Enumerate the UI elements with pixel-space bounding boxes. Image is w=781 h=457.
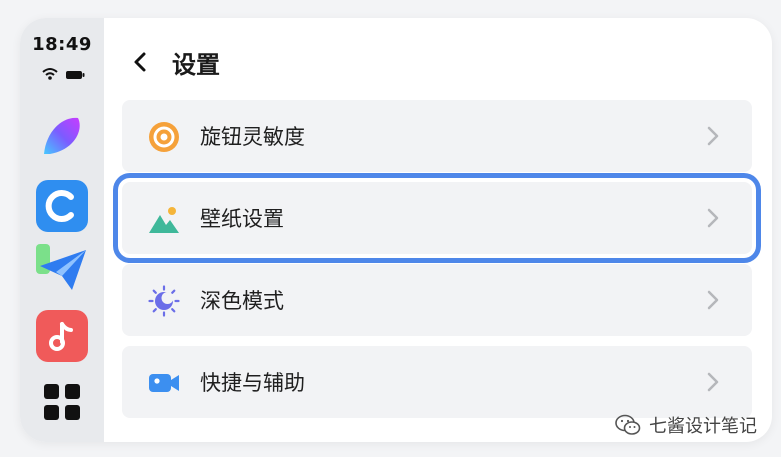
paper-plane-app-icon[interactable] <box>36 244 88 296</box>
status-clock: 18:49 <box>32 34 92 55</box>
setting-row-dark-mode[interactable]: 深色模式 <box>122 264 752 336</box>
dark-mode-icon <box>148 285 180 317</box>
c-app-icon[interactable] <box>36 180 88 232</box>
sidebar-dock: 18:49 <box>20 18 104 442</box>
wechat-icon <box>615 414 641 435</box>
status-icons <box>38 66 88 80</box>
chevron-right-icon <box>707 126 719 146</box>
setting-row-label: 快捷与辅助 <box>200 371 305 395</box>
device-frame: 18:49 设置 旋钮灵敏度 壁纸设置 深色模式 快捷与辅助 <box>20 18 772 442</box>
music-app-icon[interactable] <box>36 310 88 362</box>
feather-app-icon[interactable] <box>36 110 88 162</box>
setting-row-shortcuts[interactable]: 快捷与辅助 <box>122 346 752 418</box>
watermark: 七酱设计笔记 <box>615 410 757 440</box>
battery-icon <box>66 71 85 79</box>
shortcut-camera-icon <box>148 367 180 399</box>
knob-icon <box>148 121 180 153</box>
setting-row-label: 旋钮灵敏度 <box>200 125 305 149</box>
chevron-right-icon <box>707 290 719 310</box>
page-title: 设置 <box>172 50 220 79</box>
settings-panel: 设置 旋钮灵敏度 壁纸设置 深色模式 快捷与辅助 <box>104 18 772 442</box>
chevron-right-icon <box>707 372 719 392</box>
wifi-icon <box>42 68 58 80</box>
chevron-right-icon <box>707 208 719 228</box>
setting-row-wallpaper[interactable]: 壁纸设置 <box>122 182 752 254</box>
setting-row-knob-sensitivity[interactable]: 旋钮灵敏度 <box>122 100 752 172</box>
app-grid-icon[interactable] <box>36 376 88 428</box>
back-button[interactable] <box>126 48 154 76</box>
page-header: 设置 <box>126 40 220 84</box>
setting-row-label: 壁纸设置 <box>200 207 284 231</box>
watermark-text: 七酱设计笔记 <box>649 416 757 437</box>
setting-row-label: 深色模式 <box>200 289 284 313</box>
wallpaper-icon <box>148 203 180 235</box>
chevron-left-icon <box>134 52 146 72</box>
